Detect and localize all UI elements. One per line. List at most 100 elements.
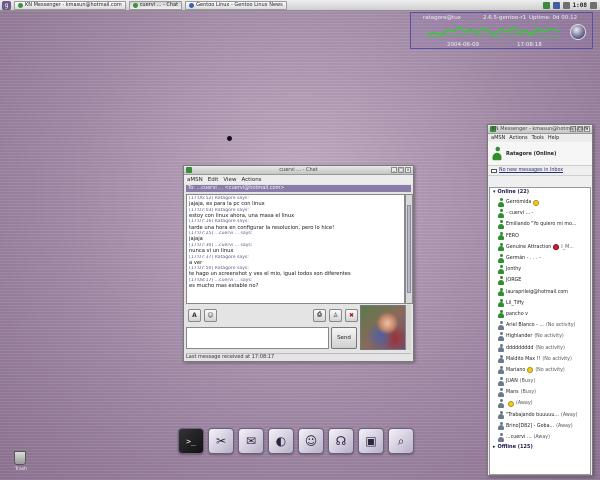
gentoo-orb-icon (570, 24, 586, 40)
sysmon-date: 2004-06-09 (447, 42, 479, 48)
online-contact-icon (498, 198, 504, 207)
contact-item[interactable]: Lil_Tiffy (490, 298, 590, 309)
group-online[interactable]: ▾ Online (22) (490, 188, 590, 197)
chat-titlebar[interactable]: cuervi ... - Chat _ □ x (184, 166, 413, 175)
group-label: Online (22) (497, 189, 529, 195)
scrollbar-thumb[interactable] (407, 205, 411, 293)
top-panel: g KN Messenger - kmasun@hotmail.com cuer… (0, 0, 600, 11)
menu-amsn[interactable]: aMSN (187, 177, 203, 183)
contact-list[interactable]: ▾ Online (22) Gerrómida - cuervi ... - Emi… (489, 187, 591, 475)
chat-history[interactable]: [17:06:52] Ratagore says: jajaja, es par… (186, 194, 405, 304)
contact-status: (No activity) (545, 323, 576, 329)
contact-item[interactable]: Maldito Max !! (No activity) (490, 354, 590, 365)
menu-actions[interactable]: Actions (509, 135, 527, 141)
power-icon[interactable] (590, 1, 597, 9)
contact-item[interactable]: "Trabajando buuuuu... (Away) (490, 410, 590, 421)
taskbar-button-browser[interactable]: Gentoo Linux - Gentoo Linux News (185, 0, 287, 10)
contact-item[interactable]: Brino[D82] - Goba... (Away) (490, 421, 590, 432)
menu-edit[interactable]: Edit (208, 177, 219, 183)
menu-amsn[interactable]: aMSN (491, 135, 505, 141)
chat-history-scrollbar[interactable] (405, 194, 413, 304)
menu-help[interactable]: Help (548, 135, 559, 141)
smiley-icon[interactable]: ☺ (204, 308, 217, 322)
contact-item[interactable]: lauraprileig@hotmail.com (490, 287, 590, 298)
volume-icon[interactable] (562, 1, 570, 9)
contact-item[interactable]: FERO (490, 231, 590, 242)
contact-name: Germán - . . . - (506, 256, 541, 262)
group-label: Offline (125) (497, 444, 533, 451)
away-contact-icon (498, 421, 504, 431)
contact-item[interactable]: JUAN (Busy) (490, 376, 590, 387)
menu-actions[interactable]: Actions (241, 177, 261, 183)
contact-item[interactable]: pancho v (490, 309, 590, 320)
browser-icon[interactable]: ◐ (268, 428, 294, 454)
network-icon[interactable] (552, 1, 560, 9)
contact-name: Brino[D82] - Goba... (506, 423, 555, 429)
headset-icon[interactable]: ☊ (328, 428, 354, 454)
my-name: Ratagore (Online) (506, 150, 557, 157)
away-contact-icon (498, 410, 504, 420)
mail-icon[interactable]: ✉ (238, 428, 264, 454)
contact-item[interactable]: ddddddddd (No activity) (490, 342, 590, 353)
contact-name: Jonthy (506, 267, 522, 273)
contact-item[interactable]: Mariano (No activity) (490, 365, 590, 376)
contact-status: (Away) (556, 423, 573, 429)
contact-name: Highlander (506, 334, 533, 340)
trash-icon[interactable] (14, 451, 26, 465)
display-picture-toggle[interactable] (405, 305, 411, 350)
block-icon[interactable]: ✖ (345, 308, 358, 322)
contact-item[interactable]: Gerrómida (490, 197, 590, 208)
group-offline[interactable]: ▸ Offline (125) (490, 443, 590, 452)
contact-item[interactable]: Genuine Attraction I_M... (490, 242, 590, 253)
away-contact-icon (498, 343, 504, 353)
taskbar-button-messenger[interactable]: KN Messenger - kmasun@hotmail.com (14, 0, 126, 10)
search-icon[interactable]: ⌕ (388, 428, 414, 454)
online-contact-icon (498, 276, 504, 285)
contact-status: I_M... (561, 244, 574, 250)
contact-item[interactable]: - cuervi ... - (490, 208, 590, 219)
taskbar-button-chat[interactable]: cuervi ... - Chat (128, 0, 183, 10)
terminal-icon[interactable]: >_ (178, 428, 204, 454)
contact-item[interactable]: Ariel Blanco - ... (No activity) (490, 320, 590, 331)
online-status-icon (492, 146, 502, 161)
menu-tools[interactable]: Tools (532, 135, 544, 141)
contact-item[interactable]: (Away) (490, 398, 590, 409)
window-title: KN Messenger - kmasun@hotmail.com (491, 126, 589, 132)
away-contact-icon (498, 377, 504, 386)
messenger-icon[interactable]: ☺ (298, 428, 324, 454)
chat-window: cuervi ... - Chat _ □ x aMSN Edit View A… (183, 165, 414, 362)
contact-name: JORGE (506, 278, 522, 284)
my-status[interactable]: Ratagore (Online) (488, 142, 592, 166)
message-input[interactable] (186, 327, 329, 349)
uptime: Uptime: 0d 00:12 (529, 15, 578, 21)
contact-item[interactable]: Emiliando "Yo quiero mi mo... (490, 219, 590, 230)
contact-item[interactable]: Germán - . . . - (490, 253, 590, 264)
contact-item[interactable]: JORGE (490, 275, 590, 286)
contact-status: (No activity) (535, 367, 565, 373)
messenger-tray-icon[interactable] (542, 1, 550, 9)
online-contact-icon (498, 242, 504, 252)
screenshot-icon[interactable]: ▣ (358, 428, 384, 454)
clock[interactable]: 1:08 (573, 2, 587, 9)
contact-name: FERO (506, 233, 519, 239)
display-picture[interactable] (360, 305, 410, 350)
send-file-icon[interactable]: ⎙ (313, 308, 326, 322)
invite-icon[interactable]: ♙ (329, 308, 342, 322)
contact-status: (No activity) (534, 334, 564, 340)
contact-item[interactable]: ...cuervi ... (Away) (490, 432, 590, 443)
send-button[interactable]: Send (331, 327, 357, 349)
tools-icon[interactable]: ✂ (208, 428, 234, 454)
contact-item[interactable]: Mans (Busy) (490, 387, 590, 398)
contacts-titlebar[interactable]: KN Messenger - kmasun@hotmail.com _ □ x (488, 125, 592, 134)
contact-item[interactable]: Highlander (No activity) (490, 331, 590, 342)
online-contact-icon (498, 209, 504, 218)
chat-statusbar: Last message received at 17:08:17 (186, 353, 411, 360)
contact-status: (Busy) (519, 379, 536, 385)
mouse-cursor (227, 136, 232, 141)
gentoo-icon[interactable]: g (2, 0, 11, 10)
away-contact-icon (498, 365, 504, 375)
inbox-link[interactable]: No new messages in Inbox (488, 166, 592, 176)
font-icon[interactable]: A (188, 308, 201, 322)
menu-view[interactable]: View (223, 177, 236, 183)
contact-item[interactable]: Jonthy (490, 264, 590, 275)
